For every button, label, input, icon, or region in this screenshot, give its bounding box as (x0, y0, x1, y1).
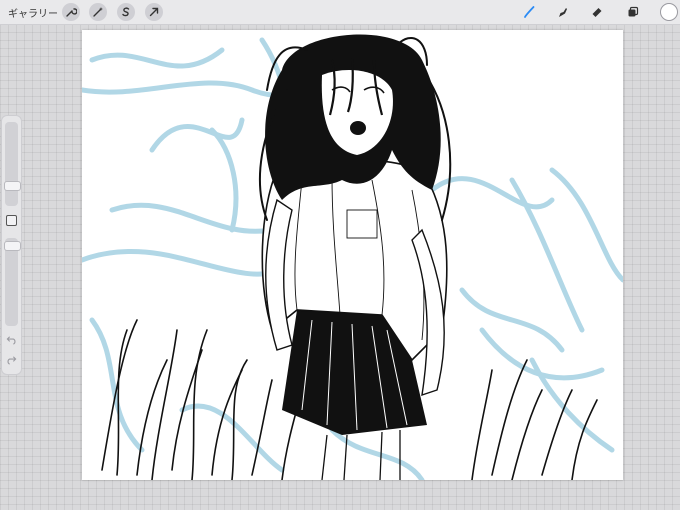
top-toolbar: ギャラリー (0, 0, 680, 25)
opacity-slider[interactable] (4, 238, 21, 326)
layers-icon[interactable] (624, 3, 642, 21)
opacity-thumb[interactable] (4, 241, 21, 251)
artwork (82, 34, 623, 480)
color-well[interactable] (660, 3, 678, 21)
modify-button[interactable] (6, 215, 17, 226)
brush-size-slider[interactable] (4, 122, 21, 206)
smudge-icon[interactable] (553, 3, 571, 21)
brush-size-thumb[interactable] (4, 181, 21, 191)
mouth (350, 121, 366, 135)
gallery-button[interactable]: ギャラリー (8, 3, 58, 21)
drawing-canvas[interactable] (82, 30, 623, 480)
redo-icon[interactable] (5, 354, 18, 367)
arrow-transform-icon[interactable] (145, 3, 163, 21)
magic-wand-icon[interactable] (89, 3, 107, 21)
undo-icon[interactable] (5, 334, 18, 347)
left-sidebar (1, 115, 22, 375)
eraser-icon[interactable] (588, 3, 606, 21)
brush-icon[interactable] (520, 3, 538, 21)
selection-s-icon[interactable] (117, 3, 135, 21)
wrench-icon[interactable] (62, 3, 80, 21)
